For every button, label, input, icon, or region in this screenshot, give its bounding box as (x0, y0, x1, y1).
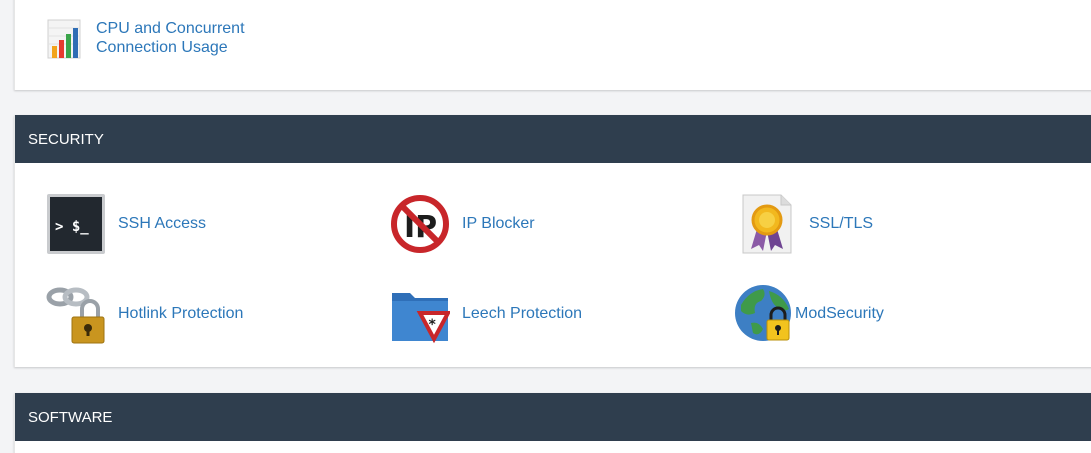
leech-protection-link[interactable]: * Leech Protection (390, 283, 582, 345)
hotlink-protection-link[interactable]: Hotlink Protection (46, 283, 243, 345)
tools-panel: CPU and Concurrent Connection Usage (14, 0, 1091, 90)
software-header: SOFTWARE (15, 393, 1091, 441)
terminal-icon: > $_ (46, 193, 106, 255)
folder-yield-icon: * (390, 283, 450, 345)
ip-blocker-link[interactable]: IP IP Blocker (390, 193, 535, 255)
security-panel: SECURITY > $_ SSH Access IP IP Blocker (14, 115, 1091, 367)
software-panel: SOFTWARE (14, 393, 1091, 453)
globe-lock-icon (733, 283, 793, 345)
ip-blocker-label: IP Blocker (462, 215, 535, 232)
ssl-tls-link[interactable]: SSL/TLS (737, 193, 873, 255)
modsecurity-link[interactable]: ModSecurity (733, 283, 884, 345)
cpu-usage-label-line1: CPU and Concurrent (96, 20, 245, 37)
ssh-access-link[interactable]: > $_ SSH Access (46, 193, 206, 255)
cpu-usage-bar-chart-icon (46, 16, 82, 60)
ssh-access-label: SSH Access (118, 215, 207, 232)
ssl-certificate-icon (737, 193, 797, 255)
chain-lock-icon (46, 283, 106, 345)
cpu-usage-link[interactable]: CPU and Concurrent Connection Usage (46, 16, 245, 60)
cpu-usage-label-line2: Connection Usage (96, 39, 228, 56)
security-header: SECURITY (15, 115, 1091, 163)
ssl-tls-label: SSL/TLS (809, 215, 874, 232)
svg-text:*: * (429, 317, 437, 333)
leech-protection-label: Leech Protection (462, 305, 583, 322)
hotlink-protection-label: Hotlink Protection (118, 305, 244, 322)
ip-blocker-icon: IP (390, 193, 450, 255)
svg-text:> $_: > $_ (55, 219, 89, 235)
cpu-usage-label: CPU and Concurrent Connection Usage (96, 19, 245, 57)
modsecurity-label: ModSecurity (795, 305, 884, 322)
